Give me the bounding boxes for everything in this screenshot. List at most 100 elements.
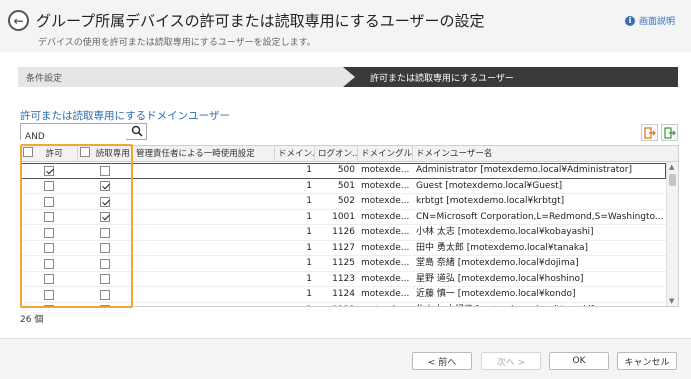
domain-group-cell: motexde... (361, 242, 410, 253)
allow-checkbox[interactable] (44, 289, 54, 300)
table-row[interactable]: 1 1127 motexde... 田中 勇太郎 [motexdemo.local¥t… (21, 241, 666, 256)
select-all-readonly-checkbox[interactable] (80, 147, 90, 157)
table-row[interactable]: 1 1126 motexde... 小林 太志 [motexdemo.local¥ko… (21, 225, 666, 241)
temp-setting-cell (133, 210, 275, 225)
col-allow-label: 許可 (45, 149, 63, 159)
domain-cell: 1 (306, 165, 312, 175)
page-title: グループ所属デバイスの許可または読取専用にするユーザーの設定 (36, 12, 485, 30)
search-box (20, 123, 147, 145)
readonly-checkbox[interactable] (100, 181, 110, 191)
domain-group-cell: motexde... (361, 303, 413, 307)
help-label: 画面説明 (638, 17, 675, 27)
table-row[interactable]: 1 501 motexde... Guest [motexdemo.local¥Gue… (21, 179, 666, 194)
temp-setting-cell (133, 287, 275, 302)
domain-cell: 1 (306, 273, 312, 284)
section-title: 許可または読取専用にするドメインユーザー (20, 110, 230, 122)
domain-user-cell: CN=Microsoft Corporation,L=Redmond,S=Was… (416, 211, 664, 222)
domain-cell: 1 (306, 289, 312, 299)
table-row[interactable]: 1 1125 motexde... 堂島 奈緒 [motexdemo.local¥do… (21, 256, 666, 272)
footer: < 前へ 次へ > OK キャンセル (0, 338, 691, 379)
readonly-checkbox[interactable] (100, 258, 110, 269)
domain-user-cell: krbtgt [motexdemo.local¥krbtgt] (416, 196, 565, 206)
domain-group-cell: motexde... (361, 227, 410, 237)
select-all-allow-checkbox[interactable] (23, 147, 33, 157)
col-temp-setting[interactable]: 管理責任者による一時使用設定 (133, 146, 275, 162)
temp-setting-cell (133, 225, 275, 240)
readonly-checkbox[interactable] (100, 289, 110, 300)
wizard-steps: 条件設定 許可または読取専用にするユーザー (18, 67, 678, 87)
readonly-checkbox[interactable] (100, 165, 110, 176)
col-readonly-label: 読取専用 (95, 149, 130, 159)
prev-button[interactable]: < 前へ (412, 352, 472, 370)
allow-checkbox[interactable] (44, 227, 54, 238)
temp-setting-cell (133, 179, 275, 194)
table-row[interactable]: 11121motexde...佐々木 由紀子 [motexdemo.local¥… (21, 303, 666, 307)
scroll-thumb[interactable] (669, 174, 676, 186)
domain-cell: 1 (306, 227, 312, 237)
readonly-checkbox[interactable] (100, 227, 110, 238)
readonly-checkbox[interactable] (100, 274, 110, 284)
readonly-checkbox[interactable] (100, 196, 110, 207)
table-row[interactable]: 1 1001 motexde... CN=Microsoft Corporation,… (21, 210, 666, 225)
table-header: 許可 読取専用 管理責任者による一時使用設定 ドメイン... ログオン... ド… (21, 146, 678, 162)
domain-user-cell: 星野 道弘 [motexdemo.local¥hoshino] (416, 273, 584, 284)
logon-cell: 502 (337, 196, 355, 206)
col-allow[interactable]: 許可 (21, 146, 78, 162)
temp-setting-cell (133, 303, 275, 307)
scroll-up-icon[interactable]: ▲ (669, 163, 674, 171)
temp-setting-cell (133, 194, 275, 209)
logon-cell: 1123 (332, 273, 355, 284)
allow-checkbox[interactable] (44, 305, 54, 306)
domain-user-cell: Administrator [motexdemo.local¥Administr… (416, 165, 633, 175)
ok-button[interactable]: OK (549, 352, 609, 370)
allow-checkbox[interactable] (44, 196, 54, 207)
readonly-checkbox[interactable] (100, 212, 110, 222)
temp-setting-cell (133, 272, 275, 287)
domain-cell: 1 (306, 258, 312, 268)
domain-group-cell: motexde... (361, 211, 410, 222)
cancel-button[interactable]: キャンセル (617, 352, 677, 370)
col-domain-group[interactable]: ドメイングル... (358, 146, 413, 162)
step-conditions: 条件設定 (26, 74, 63, 84)
allow-checkbox[interactable] (44, 181, 54, 191)
domain-user-table: 許可 読取専用 管理責任者による一時使用設定 ドメイン... ログオン... ド… (20, 145, 679, 307)
domain-group-cell: motexde... (361, 258, 410, 268)
domain-group-cell: motexde... (361, 289, 410, 299)
temp-setting-cell (133, 163, 275, 178)
col-domain[interactable]: ドメイン... (275, 146, 315, 162)
export-icon[interactable] (661, 124, 678, 141)
logon-cell: 1121 (315, 303, 358, 307)
table-row[interactable]: 1 1123 motexde... 星野 道弘 [motexdemo.local¥ho… (21, 272, 666, 287)
allow-checkbox[interactable] (44, 212, 54, 222)
domain-cell: 1 (306, 242, 312, 253)
allow-checkbox[interactable] (44, 258, 54, 269)
allow-checkbox[interactable] (44, 165, 54, 176)
domain-cell: 1 (306, 180, 312, 191)
allow-checkbox[interactable] (44, 274, 54, 284)
readonly-checkbox[interactable] (100, 305, 110, 306)
table-row[interactable]: 1 1124 motexde... 近藤 慎一 [motexdemo.local¥ko… (21, 287, 666, 303)
search-input[interactable] (21, 129, 126, 145)
back-arrow-icon[interactable]: ← (8, 10, 29, 31)
vertical-scrollbar[interactable]: ▲ ▼ (666, 162, 678, 306)
table-row[interactable]: 1 500 motexde... Administrator [motexdemo.l… (21, 163, 666, 179)
help-link[interactable]: i 画面説明 (624, 14, 675, 27)
scroll-down-icon[interactable]: ▼ (669, 297, 674, 305)
readonly-checkbox[interactable] (100, 243, 110, 253)
col-domain-user[interactable]: ドメインユーザー名 (413, 146, 678, 162)
logon-cell: 501 (337, 180, 355, 191)
step-users-current: 許可または読取専用にするユーザー (343, 67, 678, 87)
col-readonly[interactable]: 読取専用 (78, 146, 133, 162)
import-icon[interactable] (641, 124, 658, 141)
search-icon[interactable] (131, 125, 143, 137)
next-button[interactable]: 次へ > (481, 352, 541, 370)
table-row[interactable]: 1 502 motexde... krbtgt [motexdemo.local¥kr… (21, 194, 666, 210)
domain-cell: 1 (306, 211, 312, 222)
allow-checkbox[interactable] (44, 243, 54, 253)
domain-group-cell: motexde... (361, 180, 410, 191)
step-users-label: 許可または読取専用にするユーザー (370, 74, 514, 84)
domain-group-cell: motexde... (361, 196, 410, 206)
col-logon[interactable]: ログオン... (315, 146, 358, 162)
domain-user-cell: 小林 太志 [motexdemo.local¥kobayashi] (416, 227, 594, 237)
domain-user-cell: 近藤 慎一 [motexdemo.local¥kondo] (416, 289, 576, 299)
